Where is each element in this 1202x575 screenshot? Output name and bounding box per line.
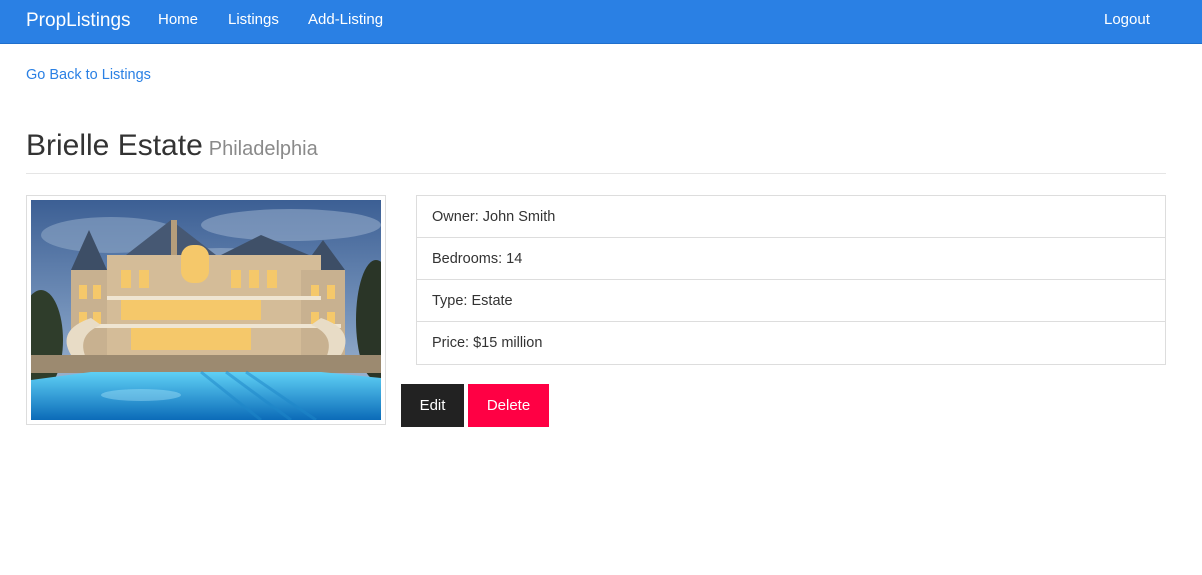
top-navbar: PropListings Home Listings Add-Listing L…	[0, 0, 1202, 44]
listing-title: Brielle Estate Philadelphia	[26, 129, 318, 163]
listing-name: Brielle Estate	[26, 129, 203, 162]
delete-button[interactable]: Delete	[468, 384, 549, 427]
nav-add-listing-link[interactable]: Add-Listing	[308, 11, 383, 28]
detail-price: Price: $15 million	[432, 335, 543, 351]
edit-button[interactable]: Edit	[401, 384, 464, 427]
mansion-with-pool-photo	[31, 200, 381, 420]
detail-type: Type: Estate	[417, 280, 1165, 322]
listing-details-list: Owner: John Smith Bedrooms: 14 Type: Est…	[416, 195, 1166, 365]
page-header: Brielle Estate Philadelphia	[26, 126, 1166, 174]
nav-home-link[interactable]: Home	[158, 11, 198, 28]
detail-owner: Owner: John Smith	[417, 196, 1165, 238]
nav-listings-link[interactable]: Listings	[228, 11, 279, 28]
back-to-listings-link[interactable]: Go Back to Listings	[26, 67, 151, 83]
listing-image-thumbnail	[26, 195, 386, 425]
logout-link[interactable]: Logout	[1104, 11, 1150, 28]
listing-city: Philadelphia	[208, 138, 318, 160]
brand-link[interactable]: PropListings	[26, 10, 131, 32]
detail-bedrooms: Bedrooms: 14	[417, 238, 1165, 280]
